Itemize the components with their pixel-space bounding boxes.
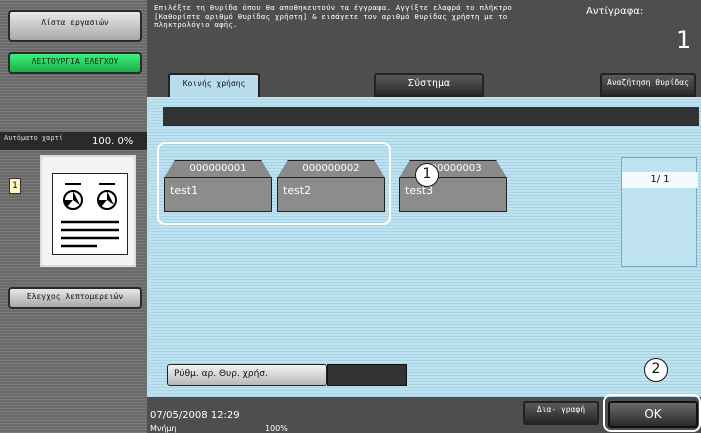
job-list-button[interactable]: Λίστα εργασιών xyxy=(8,10,142,42)
function-check-button[interactable]: ΛΕΙΤΟΥΡΓΙΑ ΕΛΕΓΧΟΥ xyxy=(8,52,142,74)
instruction-message: Επιλέξτε τη θυρίδα όπου θα αποθηκευτούν … xyxy=(154,3,513,30)
document-preview-icon xyxy=(52,173,128,255)
copy-count-icon: 1 xyxy=(9,178,21,194)
tab-public[interactable]: Κοινής χρήσης xyxy=(168,73,260,100)
fine-check-button[interactable]: Ελεγχος λεπτομερειών xyxy=(8,287,142,309)
box-selection-area: 000000001 test1 000000002 test2 00000000… xyxy=(147,97,701,397)
copies-value: 1 xyxy=(676,26,692,54)
tab-system[interactable]: Σύστημα xyxy=(374,73,484,97)
page-indicator: 1/ 1 xyxy=(622,172,698,188)
box-number: 000000001 xyxy=(189,163,247,174)
copier-panel-screen: Λίστα εργασιών ΛΕΙΤΟΥΡΓΙΑ ΕΛΕΓΧΟΥ Αυτόμα… xyxy=(0,0,701,433)
paper-label: Αυτόματο χαρτί xyxy=(4,134,64,142)
copies-label: Αντίγραφα: xyxy=(586,6,644,17)
delete-button[interactable]: Δια- γραφή xyxy=(523,401,599,425)
ok-button[interactable]: OK xyxy=(608,401,698,428)
callout-one: 1 xyxy=(415,163,439,187)
datetime: 07/05/2008 12:29 xyxy=(150,410,240,421)
user-box-1[interactable]: 000000001 test1 xyxy=(164,160,272,214)
memory-value: 100% xyxy=(265,424,288,433)
paper-zoom-row: Αυτόματο χαρτί 100. 0% xyxy=(0,132,147,150)
box-search-button[interactable]: Αναζήτηση θυρίδας xyxy=(600,73,696,97)
box-number-display xyxy=(327,364,407,386)
callout-two: 2 xyxy=(644,358,668,382)
user-box-2[interactable]: 000000002 test2 xyxy=(277,160,385,214)
pagination-panel: 1/ 1 xyxy=(621,157,698,267)
box-name: test2 xyxy=(283,184,312,197)
memory-label: Μνήμη xyxy=(150,424,177,433)
box-number: 000000002 xyxy=(302,163,360,174)
preview-graphic xyxy=(61,183,119,248)
set-box-number-button[interactable]: Ρύθμ. αρ. Θυρ. χρήσ. xyxy=(167,364,327,386)
box-name: test1 xyxy=(170,184,199,197)
box-title-bar xyxy=(163,107,699,126)
left-sidebar: Λίστα εργασιών ΛΕΙΤΟΥΡΓΙΑ ΕΛΕΓΧΟΥ Αυτόμα… xyxy=(0,0,147,433)
user-box-3[interactable]: 000000003 test3 xyxy=(399,160,507,214)
document-preview xyxy=(40,155,136,267)
zoom-value: 100. 0% xyxy=(92,136,134,147)
